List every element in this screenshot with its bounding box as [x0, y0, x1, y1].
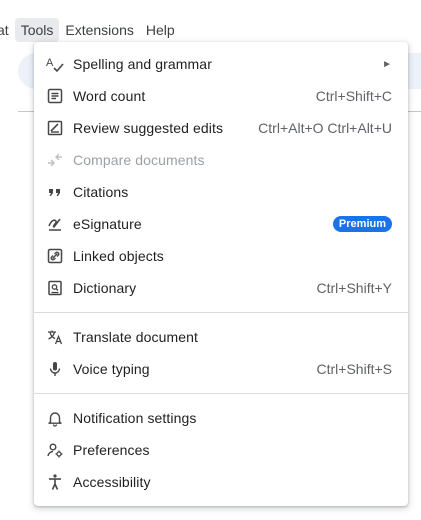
menu-item-label: Preferences [73, 442, 150, 458]
menu-item-label: Linked objects [73, 248, 164, 264]
menu-item-preferences[interactable]: Preferences [34, 434, 408, 466]
menu-item-dictionary[interactable]: Dictionary Ctrl+Shift+Y [34, 272, 408, 304]
menu-item-linked-objects[interactable]: Linked objects [34, 240, 408, 272]
menu-item-voice-typing[interactable]: Voice typing Ctrl+Shift+S [34, 353, 408, 385]
menu-item-label: Citations [73, 184, 129, 200]
shortcut-label: Ctrl+Shift+C [315, 88, 392, 104]
menu-item-compare-documents: Compare documents [34, 144, 408, 176]
quote-icon [46, 183, 64, 201]
menu-item-esignature[interactable]: eSignature Premium [34, 208, 408, 240]
shortcut-label: Ctrl+Shift+Y [316, 280, 392, 296]
menubar-item-format[interactable]: at [0, 18, 15, 42]
menu-item-label: Notification settings [73, 410, 197, 426]
review-edits-icon [46, 119, 64, 137]
menu-item-label: Dictionary [73, 280, 137, 296]
dictionary-icon [46, 279, 64, 297]
menu-item-review-suggested-edits[interactable]: Review suggested edits Ctrl+Alt+O Ctrl+A… [34, 112, 408, 144]
docs-window: at Tools Extensions Help A Spelling and … [0, 0, 421, 520]
menu-item-notification-settings[interactable]: Notification settings [34, 402, 408, 434]
menu-item-spelling-and-grammar[interactable]: A Spelling and grammar ► [34, 48, 408, 80]
menubar-item-extensions[interactable]: Extensions [59, 18, 139, 42]
accessibility-icon [46, 473, 64, 491]
menu-item-label: Voice typing [73, 361, 150, 377]
preferences-icon [46, 441, 64, 459]
bell-icon [46, 409, 64, 427]
menu-item-citations[interactable]: Citations [34, 176, 408, 208]
menu-item-accessibility[interactable]: Accessibility [34, 466, 408, 498]
signature-icon [46, 215, 64, 233]
microphone-icon [46, 360, 64, 378]
menu-item-label: Accessibility [73, 474, 151, 490]
submenu-arrow-icon: ► [382, 58, 392, 70]
menu-item-label: Compare documents [73, 152, 205, 168]
menubar-item-help[interactable]: Help [140, 18, 181, 42]
menu-item-label: Spelling and grammar [73, 56, 212, 72]
linked-objects-icon [46, 247, 64, 265]
svg-text:A: A [46, 57, 54, 69]
menu-separator [34, 393, 408, 394]
menubar: at Tools Extensions Help [0, 18, 181, 42]
word-count-icon [46, 87, 64, 105]
menu-item-translate-document[interactable]: Translate document [34, 321, 408, 353]
compare-icon [46, 151, 64, 169]
tools-menu: A Spelling and grammar ► Word count Ctrl… [34, 42, 408, 506]
shortcut-label: Ctrl+Alt+O Ctrl+Alt+U [258, 120, 392, 136]
menubar-item-tools[interactable]: Tools [14, 18, 60, 42]
spellcheck-icon: A [46, 55, 64, 73]
menu-separator [34, 312, 408, 313]
menu-item-label: Review suggested edits [73, 120, 224, 136]
menu-item-label: eSignature [73, 216, 142, 232]
menu-item-label: Translate document [73, 329, 199, 345]
shortcut-label: Ctrl+Shift+S [316, 361, 392, 377]
translate-icon [46, 328, 64, 346]
premium-badge: Premium [332, 216, 392, 232]
menu-item-label: Word count [73, 88, 146, 104]
menu-item-word-count[interactable]: Word count Ctrl+Shift+C [34, 80, 408, 112]
